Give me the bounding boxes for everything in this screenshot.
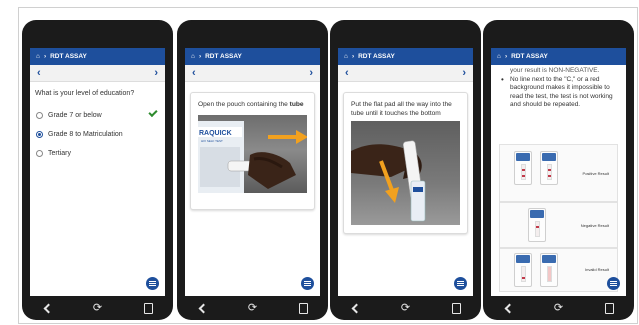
tube-illustration	[351, 140, 426, 222]
cassette-invalid-2	[540, 253, 558, 287]
tube-photo	[351, 121, 460, 225]
chevron-left-icon[interactable]: ‹	[192, 66, 196, 80]
radio-icon[interactable]	[36, 112, 43, 119]
android-nav-keys: ⟳	[22, 300, 173, 316]
instruction-text: Put the flat pad all the way into the tu…	[351, 101, 452, 117]
option-label: Tertiary	[48, 150, 71, 157]
recent-apps-key-icon[interactable]	[449, 301, 463, 315]
instruction-list: No line next to the "C," or a red backgr…	[501, 76, 620, 109]
option-label: Grade 8 to Matriculation	[48, 131, 123, 138]
recent-apps-key-icon[interactable]	[296, 301, 310, 315]
screen-1: ⌂ › RDT ASSAY ‹ › What is your level of …	[30, 48, 165, 296]
menu-button[interactable]	[301, 277, 314, 290]
option-label: Grade 7 or below	[48, 112, 102, 119]
instruction-card: Put the flat pad all the way into the tu…	[343, 92, 468, 234]
negative-result-label: Negative Result	[580, 223, 609, 228]
menu-button[interactable]	[454, 277, 467, 290]
screen-2: ⌂ › RDT ASSAY ‹ › Open the pouch contain…	[185, 48, 320, 296]
radio-selected-icon[interactable]	[36, 131, 43, 138]
radio-icon[interactable]	[36, 150, 43, 157]
instruction-bullet: No line next to the "C," or a red backgr…	[501, 76, 620, 109]
screen-4: ⌂ › RDT ASSAY your result is NON-NEGATIV…	[491, 48, 626, 296]
nav-bar: ‹ ›	[185, 65, 320, 82]
home-icon[interactable]: ⌂	[497, 53, 501, 60]
menu-button[interactable]	[607, 277, 620, 290]
android-nav-keys: ⟳	[177, 300, 328, 316]
chevron-right-icon[interactable]: ›	[462, 66, 466, 80]
home-icon[interactable]: ⌂	[36, 53, 40, 60]
back-key-icon[interactable]	[501, 301, 515, 315]
question-text: What is your level of education?	[35, 90, 135, 97]
instruction-card: Open the pouch containing the tube RAQUI…	[190, 92, 315, 210]
positive-result-label: Positive Result	[582, 171, 609, 176]
refresh-key-icon[interactable]: ⟳	[90, 301, 104, 315]
phone-1: ⌂ › RDT ASSAY ‹ › What is your level of …	[22, 20, 173, 320]
back-key-icon[interactable]	[348, 301, 362, 315]
nav-bar: ‹ ›	[30, 65, 165, 82]
refresh-key-icon[interactable]: ⟳	[245, 301, 259, 315]
invalid-result-label: Invalid Result	[584, 267, 609, 272]
pouch-illustration: RAQUICK HIV SELF TEST	[198, 121, 307, 193]
instruction-text-bold: tube	[289, 101, 304, 108]
negative-result-panel: Negative Result	[499, 202, 618, 248]
phone-3: ⌂ › RDT ASSAY ‹ › Put the flat pad all t…	[330, 20, 481, 320]
back-key-icon[interactable]	[195, 301, 209, 315]
result-instructions: your result is NON-NEGATIVE. No line nex…	[501, 67, 620, 109]
cassette-invalid-1	[514, 253, 532, 287]
truncated-instruction-line: your result is NON-NEGATIVE.	[510, 67, 600, 74]
screen-3: ⌂ › RDT ASSAY ‹ › Put the flat pad all t…	[338, 48, 473, 296]
android-nav-keys: ⟳	[330, 300, 481, 316]
recent-apps-key-icon[interactable]	[602, 301, 616, 315]
pouch-brand-text: RAQUICK	[199, 130, 232, 137]
header-bar: ⌂ › RDT ASSAY	[185, 48, 320, 65]
chevron-left-icon[interactable]: ‹	[37, 66, 41, 80]
invalid-result-panel: Invalid Result	[499, 248, 618, 292]
chevron-right-icon[interactable]: ›	[154, 66, 158, 80]
option-tertiary[interactable]: Tertiary	[36, 150, 71, 157]
menu-icon	[304, 281, 311, 282]
checkmark-icon	[148, 107, 158, 118]
header-title: RDT ASSAY	[358, 53, 395, 60]
header-title: RDT ASSAY	[50, 53, 87, 60]
cassette-negative	[528, 208, 546, 242]
cassette-positive-2	[540, 151, 558, 185]
chevron-left-icon[interactable]: ‹	[345, 66, 349, 80]
android-nav-keys: ⟳	[483, 300, 634, 316]
header-bar: ⌂ › RDT ASSAY	[338, 48, 473, 65]
recent-apps-key-icon[interactable]	[141, 301, 155, 315]
breadcrumb-separator-icon: ›	[198, 53, 202, 60]
breadcrumb-separator-icon: ›	[43, 53, 47, 60]
pouch-sublabel-text: HIV SELF TEST	[201, 139, 223, 143]
positive-result-panel: Positive Result	[499, 144, 618, 202]
menu-icon	[610, 281, 617, 282]
pouch-photo: RAQUICK HIV SELF TEST	[198, 115, 307, 193]
instruction-text-main: Open the pouch containing the	[198, 101, 290, 108]
home-icon[interactable]: ⌂	[191, 53, 195, 60]
refresh-key-icon[interactable]: ⟳	[551, 301, 565, 315]
breadcrumb-separator-icon: ›	[351, 53, 355, 60]
nav-bar: ‹ ›	[338, 65, 473, 82]
header-bar: ⌂ › RDT ASSAY	[491, 48, 626, 65]
home-icon[interactable]: ⌂	[344, 53, 348, 60]
phone-4: ⌂ › RDT ASSAY your result is NON-NEGATIV…	[483, 20, 634, 320]
header-title: RDT ASSAY	[205, 53, 242, 60]
header-title: RDT ASSAY	[511, 53, 548, 60]
option-grade-7[interactable]: Grade 7 or below	[36, 112, 102, 119]
phone-2: ⌂ › RDT ASSAY ‹ › Open the pouch contain…	[177, 20, 328, 320]
back-key-icon[interactable]	[40, 301, 54, 315]
option-grade-8-matric[interactable]: Grade 8 to Matriculation	[36, 131, 123, 138]
header-bar: ⌂ › RDT ASSAY	[30, 48, 165, 65]
menu-button[interactable]	[146, 277, 159, 290]
refresh-key-icon[interactable]: ⟳	[398, 301, 412, 315]
menu-icon	[457, 281, 464, 282]
menu-icon	[149, 281, 156, 282]
instruction-text: Open the pouch containing the tube	[198, 101, 308, 110]
cassette-positive-1	[514, 151, 532, 185]
breadcrumb-separator-icon: ›	[504, 53, 508, 60]
chevron-right-icon[interactable]: ›	[309, 66, 313, 80]
